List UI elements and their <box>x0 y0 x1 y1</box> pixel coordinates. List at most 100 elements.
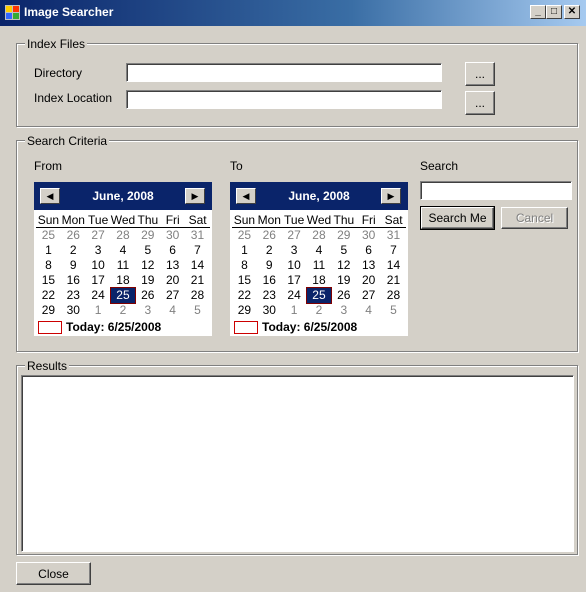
calendar-day[interactable]: 29 <box>232 303 257 318</box>
calendar-day[interactable]: 5 <box>185 303 210 318</box>
calendar-day[interactable]: 29 <box>36 303 61 318</box>
calendar-day[interactable]: 4 <box>111 243 136 258</box>
calendar-day[interactable]: 27 <box>86 228 111 243</box>
calendar-day[interactable]: 5 <box>331 243 356 258</box>
calendar-day[interactable]: 21 <box>185 273 210 288</box>
calendar-day[interactable]: 9 <box>257 258 282 273</box>
calendar-day[interactable]: 6 <box>356 243 381 258</box>
maximize-button[interactable]: □ <box>546 5 562 19</box>
calendar-day[interactable]: 1 <box>86 303 111 318</box>
calendar-day[interactable]: 5 <box>135 243 160 258</box>
browse-location-button[interactable]: ... <box>465 91 495 115</box>
calendar-day[interactable]: 19 <box>135 273 160 288</box>
calendar-day[interactable]: 26 <box>135 288 160 303</box>
calendar-day[interactable]: 3 <box>282 243 307 258</box>
calendar-day[interactable]: 3 <box>86 243 111 258</box>
calendar-day[interactable]: 2 <box>111 303 136 318</box>
calendar-today-link[interactable]: Today: 6/25/2008 <box>38 320 161 334</box>
calendar-day[interactable]: 5 <box>381 303 406 318</box>
calendar-day[interactable]: 17 <box>282 273 307 288</box>
calendar-day[interactable]: 28 <box>307 228 332 243</box>
calendar-day[interactable]: 28 <box>185 288 210 303</box>
index-location-input[interactable] <box>126 90 442 109</box>
calendar-day[interactable]: 21 <box>381 273 406 288</box>
calendar-day[interactable]: 26 <box>257 228 282 243</box>
calendar-day[interactable]: 27 <box>160 288 185 303</box>
cancel-button[interactable]: Cancel <box>501 207 568 229</box>
calendar-day-selected[interactable]: 25 <box>109 287 137 304</box>
calendar-day[interactable]: 16 <box>61 273 86 288</box>
search-input[interactable] <box>420 181 572 200</box>
calendar-day[interactable]: 3 <box>331 303 356 318</box>
calendar-day[interactable]: 31 <box>381 228 406 243</box>
calendar-day[interactable]: 26 <box>61 228 86 243</box>
calendar-day[interactable]: 16 <box>257 273 282 288</box>
calendar-day[interactable]: 11 <box>111 258 136 273</box>
calendar-day[interactable]: 20 <box>160 273 185 288</box>
calendar-day[interactable]: 13 <box>356 258 381 273</box>
calendar-day[interactable]: 23 <box>61 288 86 303</box>
calendar-day[interactable]: 27 <box>356 288 381 303</box>
calendar-day[interactable]: 24 <box>282 288 307 303</box>
calendar-day[interactable]: 29 <box>331 228 356 243</box>
calendar-day[interactable]: 28 <box>381 288 406 303</box>
calendar-day[interactable]: 2 <box>61 243 86 258</box>
close-button[interactable]: Close <box>16 562 91 585</box>
calendar-day[interactable]: 29 <box>135 228 160 243</box>
calendar-day[interactable]: 25 <box>232 228 257 243</box>
calendar-day[interactable]: 25 <box>36 228 61 243</box>
calendar-day[interactable]: 15 <box>36 273 61 288</box>
search-me-button[interactable]: Search Me <box>420 206 495 230</box>
calendar-day[interactable]: 12 <box>135 258 160 273</box>
calendar-day[interactable]: 7 <box>185 243 210 258</box>
calendar-day[interactable]: 7 <box>381 243 406 258</box>
calendar-day[interactable]: 19 <box>331 273 356 288</box>
from-calendar[interactable]: ◀ June, 2008 ▶ Sun Mon Tue Wed Thu Fri Sat 25 2… <box>34 182 212 336</box>
calendar-day[interactable]: 1 <box>282 303 307 318</box>
calendar-day[interactable]: 30 <box>257 303 282 318</box>
minimize-button[interactable]: _ <box>530 5 546 19</box>
close-window-button[interactable]: ✕ <box>564 5 580 19</box>
directory-input[interactable] <box>126 63 442 82</box>
calendar-day[interactable]: 22 <box>232 288 257 303</box>
calendar-day[interactable]: 30 <box>160 228 185 243</box>
calendar-day[interactable]: 14 <box>381 258 406 273</box>
calendar-day[interactable]: 12 <box>331 258 356 273</box>
browse-directory-button[interactable]: ... <box>465 62 495 86</box>
calendar-day[interactable]: 30 <box>356 228 381 243</box>
to-calendar[interactable]: ◀ June, 2008 ▶ Sun Mon Tue Wed Thu Fri Sat 25 2… <box>230 182 408 336</box>
calendar-day[interactable]: 13 <box>160 258 185 273</box>
calendar-day[interactable]: 11 <box>307 258 332 273</box>
calendar-day[interactable]: 30 <box>61 303 86 318</box>
calendar-day[interactable]: 10 <box>282 258 307 273</box>
calendar-today-link[interactable]: Today: 6/25/2008 <box>234 320 357 334</box>
calendar-day[interactable]: 8 <box>36 258 61 273</box>
calendar-day[interactable]: 4 <box>356 303 381 318</box>
calendar-day[interactable]: 4 <box>307 243 332 258</box>
calendar-day[interactable]: 23 <box>257 288 282 303</box>
calendar-day[interactable]: 2 <box>257 243 282 258</box>
calendar-day[interactable]: 17 <box>86 273 111 288</box>
calendar-day[interactable]: 8 <box>232 258 257 273</box>
calendar-day[interactable]: 15 <box>232 273 257 288</box>
calendar-day-selected[interactable]: 25 <box>305 287 333 304</box>
calendar-day[interactable]: 1 <box>36 243 61 258</box>
calendar-day-grid[interactable]: 25 26 27 28 29 30 31 1 2 3 4 5 6 7 8 9 10 11 12 13 14 15 16 17 1… <box>36 228 210 318</box>
calendar-day[interactable]: 28 <box>111 228 136 243</box>
calendar-day[interactable]: 24 <box>86 288 111 303</box>
title-bar[interactable]: Image Searcher _ □ ✕ <box>0 0 586 26</box>
calendar-day[interactable]: 18 <box>111 273 136 288</box>
calendar-day[interactable]: 27 <box>282 228 307 243</box>
next-month-button[interactable]: ▶ <box>381 188 401 204</box>
calendar-day-grid[interactable]: 25 26 27 28 29 30 31 1 2 3 4 5 6 7 8 9 10 11 12 13 14 15 16 17 1… <box>232 228 406 318</box>
calendar-day[interactable]: 14 <box>185 258 210 273</box>
calendar-day[interactable]: 2 <box>307 303 332 318</box>
calendar-day[interactable]: 10 <box>86 258 111 273</box>
calendar-day[interactable]: 20 <box>356 273 381 288</box>
calendar-day[interactable]: 4 <box>160 303 185 318</box>
calendar-day[interactable]: 31 <box>185 228 210 243</box>
calendar-day[interactable]: 3 <box>135 303 160 318</box>
calendar-day[interactable]: 26 <box>331 288 356 303</box>
next-month-button[interactable]: ▶ <box>185 188 205 204</box>
calendar-day[interactable]: 6 <box>160 243 185 258</box>
